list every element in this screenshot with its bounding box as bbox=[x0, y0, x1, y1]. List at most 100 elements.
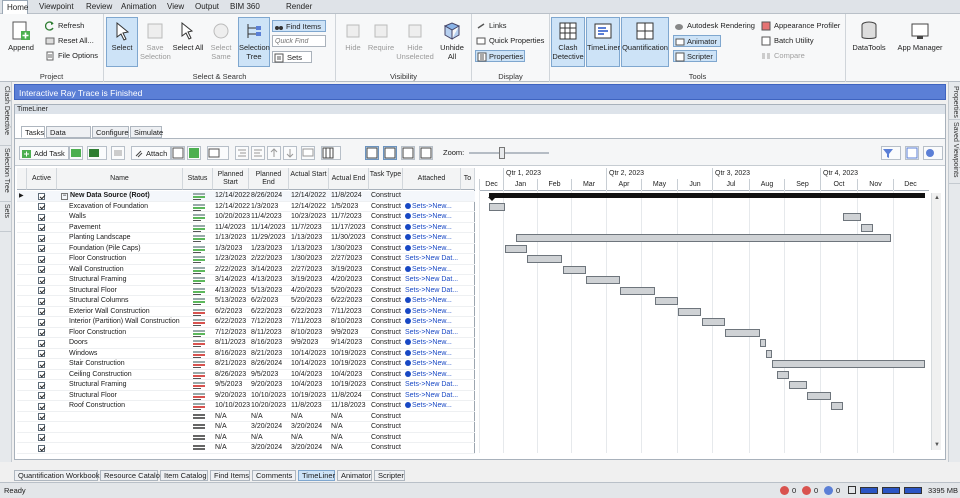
gantt-task-bar[interactable] bbox=[701, 318, 726, 326]
task-row[interactable]: Roof Construction 10/10/2023 10/20/2023 11/… bbox=[17, 401, 475, 412]
menu-animation[interactable]: Animation bbox=[117, 0, 163, 14]
active-checkbox[interactable] bbox=[38, 434, 45, 441]
task-row[interactable]: Stair Construction 8/21/2023 8/26/2024 10/1… bbox=[17, 359, 475, 370]
select-all-button[interactable]: Select All bbox=[172, 18, 204, 68]
col-planned-start[interactable]: Planned Start bbox=[213, 168, 249, 190]
auto-add-tasks-button[interactable] bbox=[87, 146, 107, 160]
task-row[interactable]: Windows 8/16/2023 8/21/2023 10/14/2023 10/19… bbox=[17, 349, 475, 359]
rules-button[interactable] bbox=[171, 146, 185, 160]
move-down-button[interactable] bbox=[283, 146, 297, 160]
collapse-icon[interactable]: − bbox=[61, 193, 68, 200]
task-row[interactable]: Structural Framing 9/5/2023 9/20/2023 10/4/… bbox=[17, 380, 475, 391]
refresh-button[interactable]: Refresh bbox=[44, 20, 84, 32]
side-tab-properties[interactable]: Properties bbox=[949, 84, 960, 120]
import-button[interactable] bbox=[905, 146, 919, 160]
active-checkbox[interactable] bbox=[38, 413, 45, 420]
animator-button[interactable]: Animator bbox=[673, 35, 721, 47]
task-row[interactable]: Floor Construction 7/12/2023 8/11/2023 8/10… bbox=[17, 328, 475, 338]
gantt-task-bar[interactable] bbox=[505, 244, 528, 253]
indent-button[interactable] bbox=[235, 146, 249, 160]
delete-task-button[interactable] bbox=[111, 146, 125, 160]
bottom-tab-animator[interactable]: Animator bbox=[337, 470, 372, 481]
menu-home[interactable]: Home bbox=[2, 0, 28, 14]
scroll-up-icon[interactable]: ▲ bbox=[934, 195, 940, 201]
view-planned-actual-button[interactable] bbox=[419, 146, 433, 160]
bottom-tab-timeliner[interactable]: TimeLiner bbox=[298, 470, 335, 481]
gantt-task-bar[interactable] bbox=[765, 349, 772, 358]
append-button[interactable]: Append bbox=[4, 18, 38, 68]
info-icon[interactable] bbox=[824, 486, 833, 495]
task-row[interactable]: Structural Floor 9/20/2023 10/10/2023 10/19… bbox=[17, 391, 475, 401]
tab-configure[interactable]: Configure bbox=[92, 126, 129, 138]
settings-button[interactable] bbox=[923, 146, 943, 160]
col-status[interactable]: Status bbox=[183, 168, 213, 190]
warning-icon[interactable] bbox=[802, 486, 811, 495]
zoom-slider[interactable] bbox=[469, 147, 549, 159]
quick-properties-button[interactable]: Quick Properties bbox=[475, 35, 544, 47]
task-row[interactable]: Interior (Partition) Wall Construction 6/… bbox=[17, 317, 475, 328]
bottom-tab-find-items[interactable]: Find Items bbox=[210, 470, 250, 481]
side-tab-sets[interactable]: Sets bbox=[0, 202, 12, 232]
quantification-button[interactable]: Quantification bbox=[621, 17, 669, 67]
bottom-tab-quantification-workbook[interactable]: Quantification Workbook bbox=[14, 470, 100, 481]
task-row[interactable]: Structural Framing 3/14/2023 4/13/2023 3/19… bbox=[17, 275, 475, 286]
gantt-task-bar[interactable] bbox=[585, 276, 620, 284]
gantt-task-bar[interactable] bbox=[788, 381, 807, 389]
gantt-task-bar[interactable] bbox=[725, 328, 761, 337]
view-gantt-button[interactable] bbox=[365, 146, 379, 160]
col-actual-start[interactable]: Actual Start bbox=[289, 168, 329, 190]
gantt-task-bar[interactable] bbox=[516, 234, 891, 242]
appearance-profiler-button[interactable]: Appearance Profiler bbox=[760, 20, 840, 32]
task-row[interactable]: Doors 8/11/2023 8/16/2023 9/9/2023 9/14/2023… bbox=[17, 338, 475, 349]
gantt-task-bar[interactable] bbox=[620, 286, 655, 295]
sheet-browser-icon[interactable] bbox=[848, 486, 856, 494]
menu-output[interactable]: Output bbox=[191, 0, 223, 14]
tab-simulate[interactable]: Simulate bbox=[130, 126, 163, 138]
active-checkbox[interactable] bbox=[38, 203, 45, 210]
unhide-all-button[interactable]: Unhide All bbox=[436, 18, 468, 68]
active-checkbox[interactable] bbox=[38, 392, 45, 399]
task-row[interactable]: Foundation (Pile Caps) 1/3/2023 1/23/2023 1… bbox=[17, 244, 475, 254]
properties-button[interactable]: Properties bbox=[475, 50, 525, 62]
tab-data-sources[interactable]: Data Sources bbox=[46, 126, 91, 148]
menu-review[interactable]: Review bbox=[82, 0, 116, 14]
gantt-filter-button[interactable] bbox=[881, 146, 901, 160]
active-checkbox[interactable] bbox=[38, 297, 45, 305]
task-row[interactable]: Exterior Wall Construction 6/2/2023 6/22/2… bbox=[17, 307, 475, 317]
outdent-button[interactable] bbox=[251, 146, 265, 160]
gantt-task-bar[interactable] bbox=[860, 223, 873, 232]
hide-button[interactable]: Hide bbox=[340, 18, 366, 68]
columns-button[interactable] bbox=[321, 146, 341, 160]
menu-extra-dropdown[interactable] bbox=[318, 0, 340, 14]
col-attached[interactable]: Attached bbox=[403, 168, 461, 190]
task-row[interactable]: Floor Construction 1/23/2023 2/22/2023 1/30… bbox=[17, 254, 475, 265]
col-name[interactable]: Name bbox=[57, 168, 183, 190]
error-icon[interactable] bbox=[780, 486, 789, 495]
save-selection-button[interactable]: Save Selection bbox=[140, 18, 171, 68]
task-row[interactable]: ▶ − New Data Source (Root) 12/14/2022 8/26/2… bbox=[17, 191, 475, 202]
compare-button[interactable]: Compare bbox=[760, 50, 805, 62]
select-button[interactable]: Select bbox=[106, 17, 138, 67]
file-options-button[interactable]: File Options bbox=[44, 50, 98, 62]
menu-bim-360-glue[interactable]: BIM 360 Glue bbox=[226, 0, 278, 25]
menu-render[interactable]: Render bbox=[282, 0, 314, 14]
gantt-task-bar[interactable] bbox=[806, 391, 831, 400]
task-row[interactable]: N/A 3/20/2024 3/20/2024 N/A Construct bbox=[17, 422, 475, 433]
insert-task-button[interactable] bbox=[69, 146, 83, 160]
active-checkbox[interactable] bbox=[38, 255, 45, 263]
move-up-button[interactable] bbox=[267, 146, 281, 160]
task-row[interactable]: Ceiling Construction 8/26/2023 9/5/2023 10/… bbox=[17, 370, 475, 380]
zoom-slider-thumb[interactable] bbox=[499, 147, 505, 159]
view-actual-button[interactable] bbox=[401, 146, 415, 160]
col-planned-end[interactable]: Planned End bbox=[249, 168, 289, 190]
active-checkbox[interactable] bbox=[38, 339, 45, 347]
app-manager-button[interactable]: App Manager bbox=[892, 18, 948, 68]
active-checkbox[interactable] bbox=[38, 329, 45, 336]
tab-tasks[interactable]: Tasks bbox=[21, 126, 45, 138]
active-checkbox[interactable] bbox=[38, 276, 45, 284]
hide-unselected-button[interactable]: Hide Unselected bbox=[396, 18, 434, 68]
active-checkbox[interactable] bbox=[38, 318, 45, 326]
datatools-button[interactable]: DataTools bbox=[850, 18, 888, 68]
active-checkbox[interactable] bbox=[38, 308, 45, 315]
active-checkbox[interactable] bbox=[38, 423, 45, 431]
